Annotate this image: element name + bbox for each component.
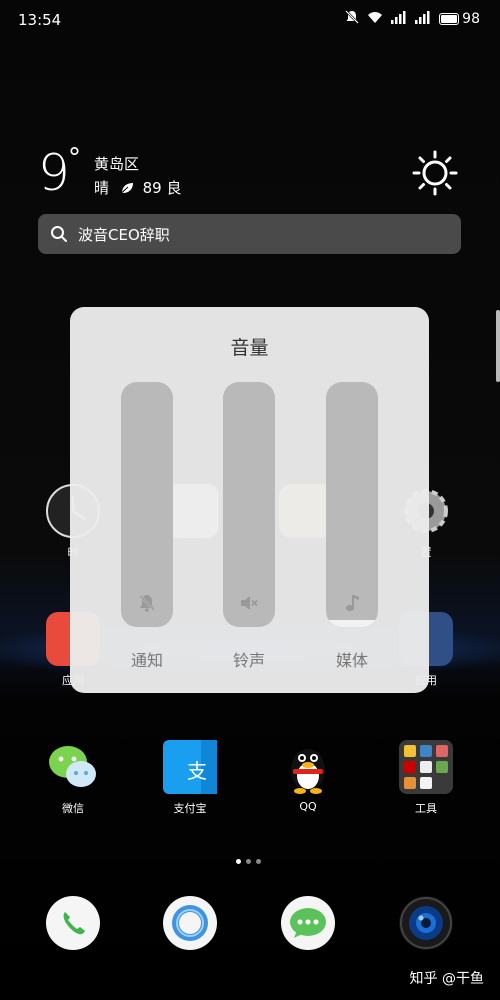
phone-icon xyxy=(46,896,100,950)
app-qq[interactable]: QQ xyxy=(268,740,348,813)
weather-city: 黄岛区 xyxy=(94,155,140,173)
signal-icon xyxy=(415,10,431,28)
weather-line: 晴 89 良 xyxy=(94,177,181,198)
watermark: 知乎 @干鱼 xyxy=(409,971,484,987)
media-volume-slider[interactable] xyxy=(326,382,378,627)
aqi-value: 89 xyxy=(142,179,162,197)
tools-folder-icon xyxy=(399,740,453,794)
search-bar[interactable]: 波音CEO辞职 xyxy=(38,214,461,254)
app-label: 微信 xyxy=(62,802,84,815)
qq-penguin-icon xyxy=(281,740,335,794)
notifications-off-icon xyxy=(345,10,360,28)
camera-icon xyxy=(399,896,453,950)
weather-condition: 晴 xyxy=(94,179,110,197)
speaker-muted-icon xyxy=(239,593,259,613)
battery-indicator: 98 xyxy=(439,11,480,27)
signal-4g-icon xyxy=(391,10,407,28)
status-time: 13:54 xyxy=(18,11,62,29)
wechat-icon xyxy=(46,740,100,794)
sunny-icon xyxy=(412,150,458,196)
messages-icon xyxy=(281,896,335,950)
ringtone-volume-slider[interactable] xyxy=(223,382,275,627)
volume-panel: 音量 通知 铃声 媒体 xyxy=(70,307,429,693)
app-alipay[interactable]: 支 支付宝 xyxy=(150,740,230,816)
app-label: 工具 xyxy=(415,802,437,815)
media-label: 媒体 xyxy=(335,651,368,670)
notification-label: 通知 xyxy=(130,651,163,670)
svg-text:支: 支 xyxy=(187,759,207,783)
notification-volume-slider[interactable] xyxy=(121,382,173,627)
dock-phone[interactable] xyxy=(33,896,113,950)
search-icon xyxy=(50,225,68,243)
page-dot xyxy=(256,859,261,864)
aqi-level: 良 xyxy=(166,179,182,197)
app-label: QQ xyxy=(299,800,317,813)
battery-icon xyxy=(439,13,460,25)
alipay-icon: 支 xyxy=(163,740,217,794)
dock-messages[interactable] xyxy=(268,896,348,950)
page-dot xyxy=(246,859,251,864)
volume-title: 音量 xyxy=(230,337,269,359)
dock-camera[interactable] xyxy=(386,896,466,950)
music-note-icon xyxy=(342,593,362,613)
ringtone-label: 铃声 xyxy=(232,651,265,670)
temperature: 9 xyxy=(38,144,70,202)
slider-fill xyxy=(326,619,378,627)
app-wechat[interactable]: 微信 xyxy=(33,740,113,816)
status-bar: 13:54 98 xyxy=(0,0,500,40)
search-text: 波音CEO辞职 xyxy=(78,226,170,244)
dock-browser[interactable] xyxy=(150,896,230,950)
leaf-icon xyxy=(120,183,133,194)
browser-icon xyxy=(163,896,217,950)
edge-handle[interactable] xyxy=(496,310,500,382)
degree-symbol: ° xyxy=(68,143,81,173)
battery-level: 98 xyxy=(462,11,480,27)
page-indicator[interactable] xyxy=(236,859,261,864)
app-tools-folder[interactable]: 工具 xyxy=(386,740,466,816)
page-dot xyxy=(236,859,241,864)
wifi-icon xyxy=(367,11,383,28)
app-label: 支付宝 xyxy=(173,802,207,815)
bell-muted-icon xyxy=(137,593,157,613)
